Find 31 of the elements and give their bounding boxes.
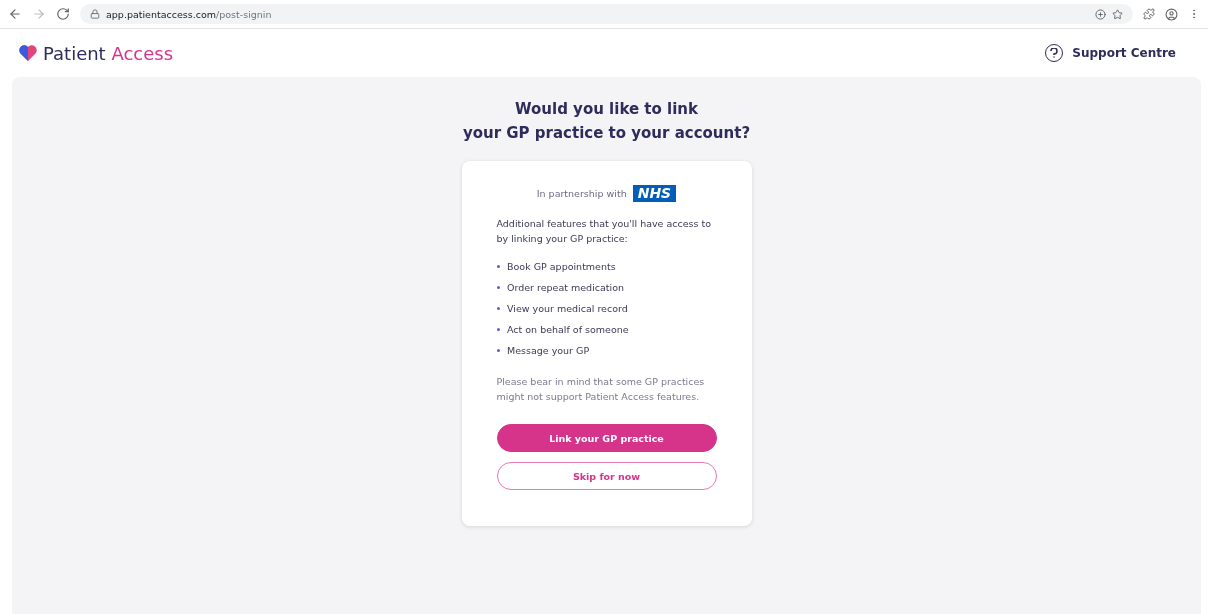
- url-path: /post-signin: [216, 8, 272, 20]
- add-icon[interactable]: [1095, 8, 1106, 20]
- reload-icon[interactable]: [56, 7, 70, 21]
- bullet-icon: [496, 327, 500, 332]
- bullet-icon: [496, 264, 500, 269]
- brand-name-accent: Access: [111, 42, 174, 64]
- profile-icon[interactable]: [1165, 7, 1178, 21]
- bookmark-star-icon[interactable]: [1112, 8, 1123, 20]
- nhs-logo: NHS: [632, 185, 677, 202]
- link-practice-button[interactable]: Link your GP practice: [496, 424, 717, 452]
- brand-name: Patient: [43, 42, 106, 64]
- page-title: Would you like to link your GP practice to your account?: [462, 99, 751, 144]
- bullet-icon: [496, 306, 500, 311]
- url-domain: app.patientaccess.com: [106, 8, 217, 20]
- heart-logo-icon: [18, 43, 38, 63]
- feature-item: Order repeat medication: [507, 281, 624, 295]
- back-icon[interactable]: [8, 7, 22, 21]
- bullet-icon: [496, 285, 500, 290]
- feature-item: Act on behalf of someone: [507, 323, 629, 337]
- intro-text: Additional features that you'll have access to by linking your GP practice:: [496, 217, 713, 246]
- feature-item: Message your GP: [507, 344, 590, 358]
- note-text: Please bear in mind that some GP practices might not support Patient Access features.: [496, 375, 706, 404]
- extensions-icon[interactable]: [1143, 8, 1155, 20]
- feature-item: Book GP appointments: [507, 260, 616, 274]
- skip-button[interactable]: Skip for now: [496, 462, 717, 490]
- partner-text: In partnership with: [536, 188, 627, 199]
- bullet-icon: [496, 348, 500, 353]
- feature-item: View your medical record: [507, 302, 628, 316]
- lock-icon: [90, 9, 100, 19]
- address-bar[interactable]: app.patientaccess.com/post-signin: [80, 4, 1133, 24]
- support-link[interactable]: Support Centre: [1045, 44, 1176, 62]
